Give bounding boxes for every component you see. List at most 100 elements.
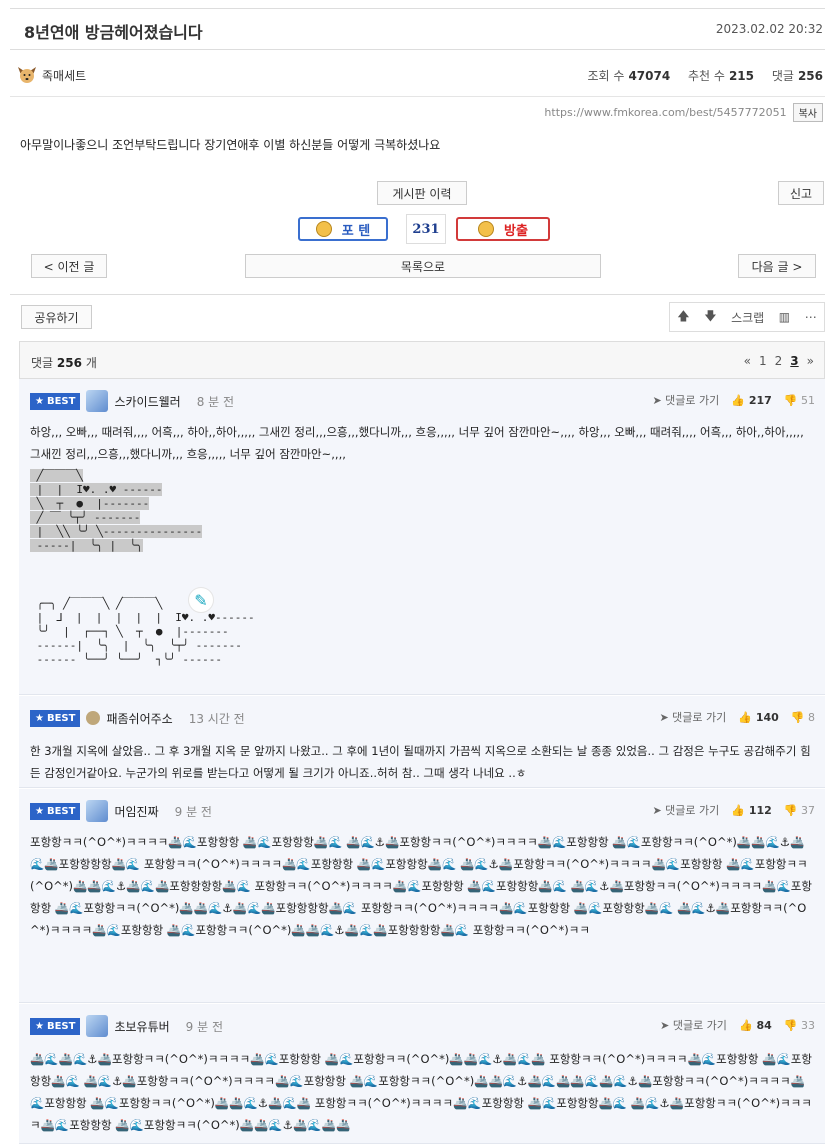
comment-pager: « 1 2 3 » xyxy=(744,354,814,368)
recommend-label: 추천 수 xyxy=(688,69,725,83)
downvote-button[interactable]: 👎 51 xyxy=(784,394,815,407)
avatar[interactable] xyxy=(86,390,109,412)
best-label: BEST xyxy=(46,805,76,817)
upvote-count: 217 xyxy=(748,393,772,407)
divider xyxy=(10,294,825,295)
comment-text: 🚢🌊🚢🌊⚓🚢포항항ㅋㅋ(^O^*)ㅋㅋㅋㅋ🚢🌊포항항항 🚢🌊포항항ㅋㅋ(^O^*… xyxy=(30,1052,812,1132)
comment-text: 하앙,,, 오빠,,, 때려줘,,,, 어흑,,, 하아,,하아,,,,, 그새… xyxy=(30,425,804,461)
post-tools: 🡅 🡇 스크랩 ▥ ⋯ xyxy=(669,302,825,332)
reply-icon: ➤ xyxy=(659,711,669,724)
pager-last[interactable]: » xyxy=(807,354,814,368)
pager-page-1[interactable]: 1 xyxy=(759,354,767,368)
report-button[interactable]: 신고 xyxy=(778,181,824,205)
prev-post-button[interactable]: < 이전 글 xyxy=(31,254,107,278)
pager-page-2[interactable]: 2 xyxy=(775,354,783,368)
downvote-button[interactable]: 👎 33 xyxy=(784,1019,815,1032)
arrow-down-icon[interactable]: 🡇 xyxy=(704,307,716,328)
best-badge: ★ BEST xyxy=(30,802,81,820)
ascii-art-1-text: ╱￣￣￣╲ | | I♥. .♥ ------ ╲ ┬ ● |------- ╱… xyxy=(30,469,203,552)
best-badge: ★ BEST xyxy=(30,392,81,410)
upvote-button[interactable]: 👍 217 xyxy=(731,394,772,407)
release-label: 방출 xyxy=(504,223,528,239)
thumbs-down-icon: 👎 xyxy=(783,393,798,407)
star-icon: ★ xyxy=(35,712,44,724)
stats-icon[interactable]: ▥ xyxy=(779,310,790,324)
comment-count: 댓글 256 개 xyxy=(31,354,97,371)
comment-time: 13 시간 전 xyxy=(188,711,245,726)
arrow-up-icon[interactable]: 🡅 xyxy=(677,307,689,328)
author[interactable]: 족매세트 xyxy=(16,65,86,85)
share-button[interactable]: 공유하기 xyxy=(21,305,92,329)
reply-label: 댓글로 가기 xyxy=(672,711,727,724)
reply-link[interactable]: ➤ 댓글로 가기 xyxy=(652,392,719,408)
comment-text: 포항항ㅋㅋ(^O^*)ㅋㅋㅋㅋ🚢🌊포항항항 🚢🌊포항항항🚢🌊 🚢🌊⚓🚢포항항ㅋㅋ… xyxy=(30,835,812,937)
avatar[interactable] xyxy=(86,800,109,822)
thumbs-down-icon: 👎 xyxy=(790,710,805,724)
reply-icon: ➤ xyxy=(652,394,662,407)
reply-link[interactable]: ➤ 댓글로 가기 xyxy=(652,802,719,818)
more-icon[interactable]: ⋯ xyxy=(805,310,817,324)
vote-row: 포 텐 231 방출 xyxy=(298,214,550,244)
board-history-button[interactable]: 게시판 이력 xyxy=(377,181,467,205)
comment-head: ★ BEST 초보유튜버 9 분 전 xyxy=(30,1015,223,1037)
comment-3: ★ BEST 머임진짜 9 분 전 ➤ 댓글로 가기 👍 112 👎 37 포항항… xyxy=(19,789,825,1003)
list-button[interactable]: 목록으로 xyxy=(245,254,601,278)
best-label: BEST xyxy=(46,712,76,724)
avatar[interactable] xyxy=(86,711,101,725)
comment-author[interactable]: 초보유튜버 xyxy=(114,1018,169,1035)
release-button[interactable]: 방출 xyxy=(456,217,550,241)
reply-label: 댓글로 가기 xyxy=(672,1019,727,1032)
star-icon: ★ xyxy=(35,805,44,817)
reply-icon: ➤ xyxy=(660,1019,670,1032)
best-label: BEST xyxy=(46,1020,76,1032)
pager-first[interactable]: « xyxy=(744,354,751,368)
scrap-button[interactable]: 스크랩 xyxy=(731,309,764,326)
comment-header: 댓글 256 개 « 1 2 3 » xyxy=(19,341,825,379)
comment-text: 한 3개월 지옥에 살았음.. 그 후 3개월 지옥 문 앞까지 나왔고.. 그… xyxy=(30,744,811,780)
star-icon: ★ xyxy=(35,395,44,407)
avatar[interactable] xyxy=(86,1015,109,1037)
pager-page-3[interactable]: 3 xyxy=(790,354,798,368)
post-date: 2023.02.02 20:32 xyxy=(715,22,823,36)
comment-time: 8 분 전 xyxy=(196,394,235,409)
comment-1: ★ BEST 스카이드웰러 8 분 전 ➤ 댓글로 가기 👍 217 👎 51 하… xyxy=(19,379,825,695)
comment-4: ★ BEST 초보유튜버 9 분 전 ➤ 댓글로 가기 👍 84 👎 33 🚢🌊🚢… xyxy=(19,1004,825,1144)
upvote-button[interactable]: 👍 140 xyxy=(738,711,779,724)
next-post-button[interactable]: 다음 글 > xyxy=(738,254,816,278)
comment-author[interactable]: 패좀쉬어주소 xyxy=(106,710,172,727)
comment-actions: ➤ 댓글로 가기 👍 217 👎 51 xyxy=(652,392,815,408)
downvote-button[interactable]: 👎 37 xyxy=(784,804,815,817)
comment-author[interactable]: 머임진짜 xyxy=(114,803,158,820)
views-label: 조회 수 xyxy=(587,69,625,83)
reply-link[interactable]: ➤ 댓글로 가기 xyxy=(660,1017,727,1033)
post-url[interactable]: https://www.fmkorea.com/best/5457772051 xyxy=(544,106,786,119)
comment-count-value: 256 xyxy=(56,356,82,370)
star-icon: ★ xyxy=(35,1020,44,1032)
thumbs-up-icon: 👍 xyxy=(731,393,745,407)
title-bar: 8년연애 방금헤어졌습니다 2023.02.02 20:32 xyxy=(10,8,825,50)
reply-label: 댓글로 가기 xyxy=(665,804,720,817)
best-label: BEST xyxy=(46,395,76,407)
downvote-count: 8 xyxy=(808,710,815,724)
comment-head: ★ BEST 머임진짜 9 분 전 xyxy=(30,800,212,822)
comments-value: 256 xyxy=(797,69,823,83)
comment-actions: ➤ 댓글로 가기 👍 140 👎 8 xyxy=(659,709,815,725)
comment-author[interactable]: 스카이드웰러 xyxy=(114,393,180,410)
comments-label: 댓글 xyxy=(771,69,794,83)
reply-link[interactable]: ➤ 댓글로 가기 xyxy=(659,709,726,725)
best-badge: ★ BEST xyxy=(30,1017,81,1035)
downvote-button[interactable]: 👎 8 xyxy=(791,711,815,724)
thumbs-up-icon: 👍 xyxy=(738,710,752,724)
comment-time: 9 분 전 xyxy=(174,804,212,819)
thumbs-up-icon: 👍 xyxy=(738,1018,753,1032)
upvote-button[interactable]: 👍 112 xyxy=(731,804,772,817)
dog-avatar-icon xyxy=(18,67,36,83)
potent-label: 포 텐 xyxy=(341,223,371,239)
upvote-button[interactable]: 👍 84 xyxy=(739,1019,772,1032)
copy-url-button[interactable]: 복사 xyxy=(792,103,823,122)
author-name[interactable]: 족매세트 xyxy=(42,67,86,84)
best-badge: ★ BEST xyxy=(30,709,81,727)
ascii-art-1: ╱￣￣￣╲ | | I♥. .♥ ------ ╲ ┬ ● |------- ╱… xyxy=(30,469,203,553)
potent-button[interactable]: 포 텐 xyxy=(298,217,388,241)
comment-count-label: 댓글 xyxy=(31,356,54,370)
